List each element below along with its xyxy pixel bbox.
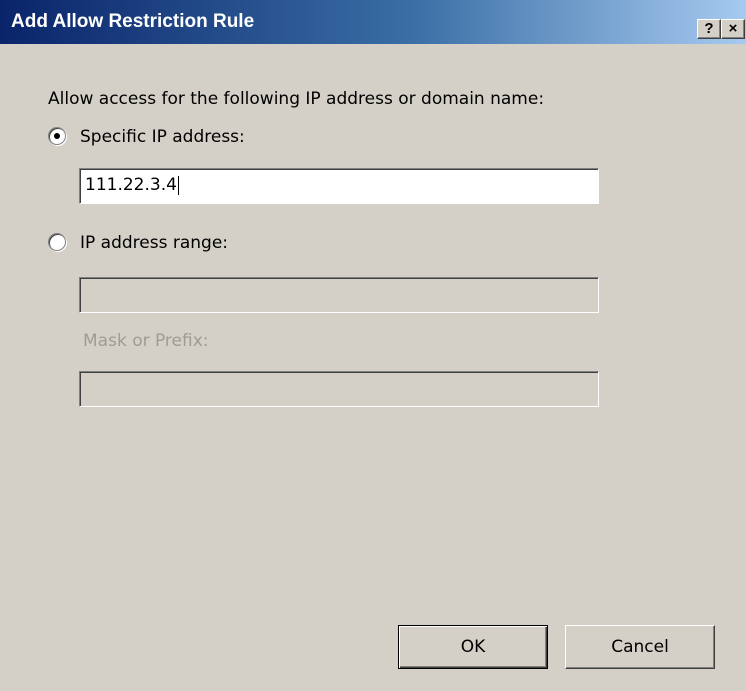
specific-ip-input[interactable]: 111.22.3.4 — [79, 168, 599, 204]
dialog-window: Add Allow Restriction Rule ? × Allow acc… — [0, 0, 746, 691]
specific-ip-label[interactable]: Specific IP address: — [80, 127, 245, 147]
close-icon: × — [728, 20, 738, 37]
title-bar[interactable]: Add Allow Restriction Rule ? × — [0, 0, 746, 44]
mask-prefix-label: Mask or Prefix: — [83, 331, 209, 351]
ip-range-input[interactable] — [79, 277, 599, 313]
text-caret — [177, 175, 179, 195]
question-mark-icon: ? — [704, 20, 714, 37]
close-button[interactable]: × — [721, 19, 745, 39]
radio-selected-dot — [54, 133, 60, 139]
specific-ip-radio[interactable] — [48, 127, 66, 145]
help-button[interactable]: ? — [697, 19, 721, 39]
ok-button[interactable]: OK — [398, 625, 548, 669]
dialog-title: Add Allow Restriction Rule — [11, 11, 255, 32]
cancel-button[interactable]: Cancel — [565, 625, 715, 669]
ip-range-label[interactable]: IP address range: — [80, 233, 228, 253]
specific-ip-value: 111.22.3.4 — [85, 175, 177, 195]
mask-prefix-input[interactable] — [79, 371, 599, 407]
instruction-label: Allow access for the following IP addres… — [48, 89, 545, 109]
ip-range-radio[interactable] — [48, 233, 66, 251]
